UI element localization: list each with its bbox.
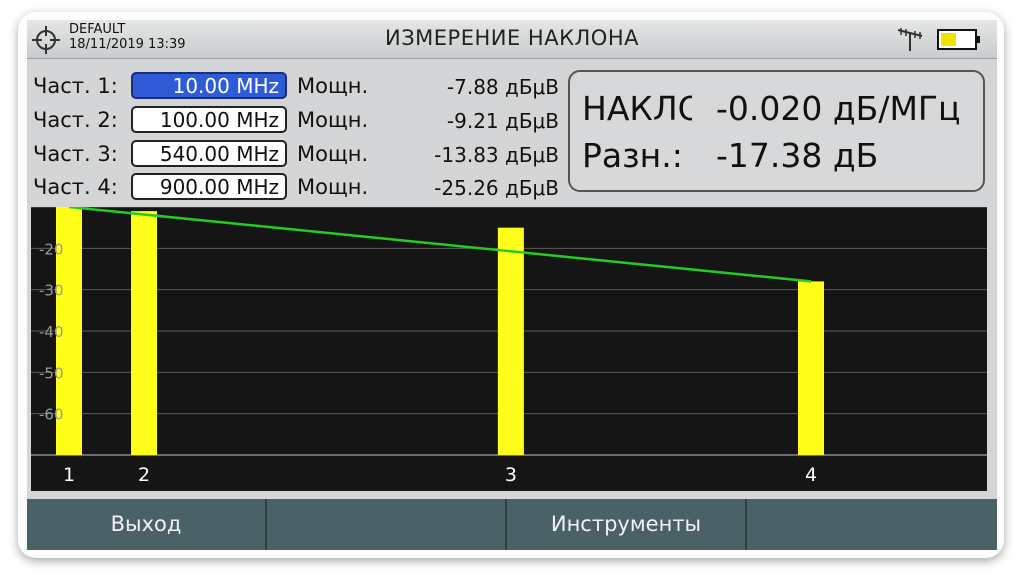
freq-label: Част. 2: <box>33 108 118 132</box>
freq-row-2: Част. 2: 100.00 MHz Мощн. -9.21 дБμВ <box>33 106 563 136</box>
tilt-value: -0.020 дБ/МГц <box>716 89 961 128</box>
power-value: -13.83 дБμВ <box>434 143 559 167</box>
antenna-icon <box>897 28 923 51</box>
x-tick-label: 3 <box>505 464 517 486</box>
y-tick-label: -20 <box>39 240 64 258</box>
y-tick-label: -40 <box>39 323 64 341</box>
y-tick-label: -30 <box>39 282 64 300</box>
freq-field-3[interactable]: 540.00 MHz <box>131 140 287 167</box>
freq-field-2[interactable]: 100.00 MHz <box>131 106 287 133</box>
tilt-line <box>68 207 812 283</box>
screen: DEFAULT 18/11/2019 13:39 ИЗМЕРЕНИЕ НАКЛО… <box>27 20 997 550</box>
freq-field-4[interactable]: 900.00 MHz <box>131 173 287 200</box>
freq-label: Част. 3: <box>33 142 118 166</box>
freq-row-4: Част. 4: 900.00 MHz Мощн. -25.26 дБμВ <box>33 173 563 203</box>
softkey-4-button[interactable] <box>747 499 997 550</box>
page-title: ИЗМЕРЕНИЕ НАКЛОНА <box>385 26 639 50</box>
power-value: -25.26 дБμВ <box>434 176 559 200</box>
freq-row-3: Част. 3: 540.00 MHz Мощн. -13.83 дБμВ <box>33 140 563 170</box>
battery-icon <box>937 29 980 50</box>
bar-4 <box>798 281 824 455</box>
power-value: -9.21 дБμВ <box>446 109 559 133</box>
freq-field-1[interactable]: 10.00 MHz <box>131 72 287 99</box>
exit-button[interactable]: Выход <box>27 499 267 550</box>
x-tick-label: 1 <box>63 464 75 486</box>
tools-button[interactable]: Инструменты <box>507 499 747 550</box>
y-tick-label: -60 <box>39 406 64 424</box>
status-bar: DEFAULT 18/11/2019 13:39 ИЗМЕРЕНИЕ НАКЛО… <box>27 20 997 59</box>
tilt-chart: -20 -30 -40 -50 -60 1 2 3 4 <box>31 207 987 491</box>
x-tick-label: 2 <box>138 464 150 486</box>
result-panel: НАКЛОН -0.020 дБ/МГц Разн.: -17.38 дБ <box>568 70 985 192</box>
freq-row-1: Част. 1: 10.00 MHz Мощн. -7.88 дБμВ <box>33 72 563 102</box>
chart-svg: -20 -30 -40 -50 -60 1 2 3 4 <box>31 207 987 486</box>
power-label: Мощн. <box>297 108 369 132</box>
power-label: Мощн. <box>297 74 369 98</box>
bar-2 <box>131 211 158 455</box>
diff-value: -17.38 дБ <box>716 136 879 175</box>
softkey-bar: Выход Инструменты <box>27 499 997 550</box>
bar-3 <box>497 227 524 455</box>
tilt-label: НАКЛОН <box>582 89 692 128</box>
diff-label: Разн.: <box>582 136 683 175</box>
softkey-2-button[interactable] <box>267 499 507 550</box>
x-tick-label: 4 <box>805 464 817 486</box>
power-label: Мощн. <box>297 142 369 166</box>
freq-label: Част. 1: <box>33 74 118 98</box>
y-tick-label: -50 <box>39 364 64 382</box>
freq-label: Част. 4: <box>33 175 118 199</box>
power-value: -7.88 дБμВ <box>446 75 559 99</box>
power-label: Мощн. <box>297 175 369 199</box>
